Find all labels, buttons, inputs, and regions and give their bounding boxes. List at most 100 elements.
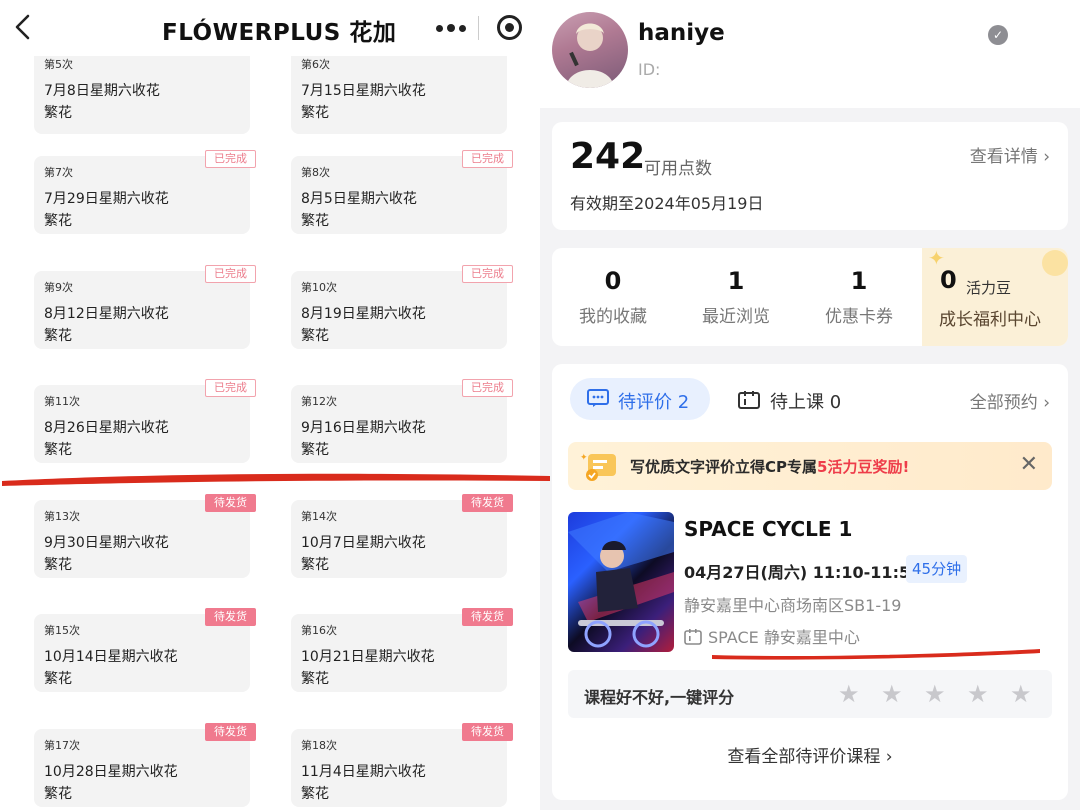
order-number: 第7次 [44,166,73,179]
studio-name: SPACE 静安嘉里中心 [708,628,860,647]
status-badge: 待发货 [462,493,513,512]
order-date: 10月7日星期六收花 [301,534,426,551]
sparkle-icon [1042,250,1068,276]
order-kind: 繁花 [301,327,329,344]
stat-value: 1 [727,267,745,295]
course-time: 04月27日(周六) 11:10-11:55 [684,563,922,582]
course-address: 静安嘉里中心商场南区SB1-19 [684,596,902,615]
status-badge: 已完成 [462,264,513,283]
order-date: 8月26日星期六收花 [44,420,169,436]
order-card[interactable]: 第10次 8月19日星期六收花 繁花 已完成 [291,264,513,349]
profile-header: haniye ID: ✓ [540,0,1080,108]
stat-coupons[interactable]: 1 优惠卡券 [798,266,920,327]
points-expiry: 有效期至2024年05月19日 [570,194,764,213]
user-id-label: ID: [638,60,661,79]
tab-upcoming[interactable]: 待上课 0 [738,388,841,414]
stat-favorites[interactable]: 0 我的收藏 [552,266,674,327]
order-date: 8月5日星期六收花 [301,191,417,207]
order-kind: 繁花 [44,785,72,802]
order-card[interactable]: 第15次 10月14日星期六收花 繁花 待发货 [34,608,256,692]
stat-value: 0 [604,267,622,295]
status-badge: 待发货 [205,608,256,626]
order-kind: 繁花 [44,442,72,458]
username: haniye [638,20,725,46]
screenshot: FLÓWERPLUS 花加 第5次 7月8日星期六收花 繁花 第6次 7月15日星期六收… [0,0,1080,810]
svg-text:✦: ✦ [580,453,588,463]
order-card[interactable]: 第18次 11月4日星期六收花 繁花 待发货 [291,722,513,807]
order-number: 第8次 [301,166,330,179]
rating-star-icon[interactable]: ★ [881,681,903,707]
status-badge: 待发货 [205,722,256,741]
rating-star-icon[interactable]: ★ [924,681,946,707]
order-number: 第17次 [44,738,80,752]
red-marker-stroke [2,473,550,486]
close-miniprogram-icon[interactable] [497,15,522,40]
all-bookings-link[interactable]: 全部预约 › [970,388,1050,413]
order-number: 第13次 [44,509,80,523]
duration-badge: 45分钟 [906,555,968,583]
back-arrow-icon[interactable] [12,12,34,42]
order-kind: 繁花 [301,213,329,229]
rating-bar: 课程好不好,一键评分 ★ ★ ★ ★ ★ [568,670,1052,718]
growth-label: 成长福利中心 [939,310,1041,330]
order-date: 10月14日星期六收花 [44,649,178,665]
order-card[interactable]: 第13次 9月30日星期六收花 繁花 待发货 [34,493,256,578]
fitness-app-panel: haniye ID: ✓ 242 可用点数 有效期至2024年05月19日 查看… [540,0,1080,810]
order-number: 第6次 [301,58,330,71]
tab-pending-review[interactable]: 待评价 2 [570,378,710,420]
growth-center[interactable]: ✦ 0 活力豆 成长福利中心 [922,248,1068,346]
growth-value: 0 [940,266,957,294]
order-kind: 繁花 [44,213,72,229]
more-icon[interactable] [432,18,468,38]
stat-label: 最近浏览 [702,307,770,327]
order-number: 第10次 [301,280,337,294]
banner-text: 写优质文字评价立得CP专属5活力豆奖励! [630,456,909,477]
bookings-card: 待评价 2 待上课 0 全部预约 › ✦ 写优质文字评价立得CP专属5活力豆奖励… [552,364,1068,800]
points-detail-link[interactable]: 查看详情 › [970,142,1050,167]
rating-star-icon[interactable]: ★ [967,681,989,707]
rating-star-icon[interactable]: ★ [1010,681,1032,707]
order-kind: 繁花 [301,785,329,802]
status-badge: 已完成 [462,379,513,397]
course-name[interactable]: SPACE CYCLE 1 [684,517,852,541]
close-icon[interactable]: ✕ [1020,452,1038,478]
status-badge: 已完成 [205,150,256,168]
order-card[interactable]: 第9次 8月12日星期六收花 繁花 已完成 [34,264,256,349]
order-date: 9月16日星期六收花 [301,420,426,436]
course-photo[interactable] [568,512,674,652]
building-icon [684,629,702,645]
order-card[interactable]: 第14次 10月7日星期六收花 繁花 待发货 [291,493,513,578]
order-date: 10月28日星期六收花 [44,763,178,780]
order-number: 第5次 [44,58,73,71]
order-card[interactable]: 第7次 7月29日星期六收花 繁花 已完成 [34,150,256,234]
stat-value: 1 [850,267,868,295]
points-value: 242 [570,136,646,177]
avatar[interactable] [552,12,628,88]
order-card[interactable]: 第8次 8月5日星期六收花 繁花 已完成 [291,150,513,234]
stat-label: 我的收藏 [579,307,647,327]
order-card[interactable]: 第16次 10月21日星期六收花 繁花 待发货 [291,608,513,692]
order-number: 第15次 [44,624,80,637]
order-date: 7月8日星期六收花 [44,83,160,99]
tab-label: 待评价 2 [618,392,690,413]
reward-coupon-icon: ✦ [580,453,616,481]
view-all-reviews-link[interactable]: 查看全部待评价课程 › [552,742,1068,767]
page-title: FLÓWERPLUS 花加 [162,20,397,46]
order-kind: 繁花 [44,327,72,344]
review-reward-banner[interactable]: ✦ 写优质文字评价立得CP专属5活力豆奖励! ✕ [568,442,1052,490]
order-card[interactable]: 第12次 9月16日星期六收花 繁花 已完成 [291,379,513,463]
order-kind: 繁花 [301,556,329,573]
order-date: 8月12日星期六收花 [44,305,169,322]
order-kind: 繁花 [301,671,329,687]
points-label: 可用点数 [644,159,712,179]
status-badge: 已完成 [205,264,256,283]
status-badge: 待发货 [462,722,513,741]
rating-star-icon[interactable]: ★ [838,681,860,707]
status-badge: 待发货 [205,493,256,512]
capsule-divider [478,16,479,40]
order-card[interactable]: 第17次 10月28日星期六收花 繁花 待发货 [34,722,256,807]
order-card[interactable]: 第11次 8月26日星期六收花 繁花 已完成 [34,379,256,463]
points-card[interactable]: 242 可用点数 有效期至2024年05月19日 查看详情 › [552,122,1068,230]
stat-recent[interactable]: 1 最近浏览 [675,266,797,327]
rating-question: 课程好不好,一键评分 [584,688,735,707]
